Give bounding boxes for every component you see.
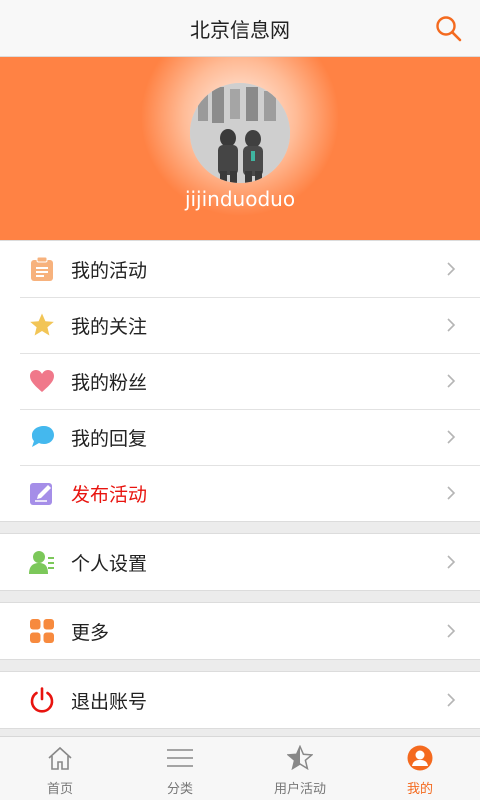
star-icon (30, 313, 54, 336)
power-icon (30, 687, 54, 713)
menu-label: 更多 (71, 622, 110, 644)
edit-icon (30, 483, 52, 505)
menu-label: 发布活动 (71, 484, 148, 506)
menu-label: 我的回复 (71, 428, 148, 450)
chevron-right-icon (447, 262, 456, 276)
menu-label: 退出账号 (71, 691, 148, 713)
menu-label: 我的粉丝 (71, 372, 148, 394)
avatar-image (190, 83, 290, 183)
chat-bubble-icon (32, 426, 54, 447)
menu-group-settings: 个人设置 (0, 533, 480, 591)
menu-label: 我的关注 (71, 316, 148, 338)
tab-label: 我的 (406, 782, 433, 797)
menu-item-my-fans[interactable]: 我的粉丝 (0, 353, 480, 409)
menu-item-my-replies[interactable]: 我的回复 (0, 409, 480, 465)
chevron-right-icon (447, 555, 456, 569)
chevron-right-icon (447, 430, 456, 444)
tab-user-activities[interactable]: 用户活动 (240, 737, 360, 800)
chevron-right-icon (447, 693, 456, 707)
menu-item-my-activities[interactable]: 我的活动 (0, 241, 480, 297)
menu-group-logout: 退出账号 (0, 671, 480, 729)
user-icon (407, 745, 433, 771)
chevron-right-icon (447, 318, 456, 332)
chevron-right-icon (447, 374, 456, 388)
tab-mine[interactable]: 我的 (360, 737, 480, 800)
tab-label: 首页 (46, 782, 73, 797)
chevron-right-icon (447, 624, 456, 638)
menu-label: 我的活动 (71, 260, 148, 282)
list-icon (167, 749, 193, 767)
star-outline-icon (287, 745, 313, 771)
user-settings-icon (29, 551, 54, 574)
menu-item-personal-settings[interactable]: 个人设置 (0, 534, 480, 590)
page-title: 北京信息网 (190, 18, 290, 42)
grid-icon (30, 619, 54, 643)
menu-item-publish-activity[interactable]: 发布活动 (0, 465, 480, 521)
menu-item-more[interactable]: 更多 (0, 603, 480, 659)
chevron-right-icon (447, 486, 456, 500)
menu-group-more: 更多 (0, 602, 480, 660)
tab-label: 分类 (166, 782, 193, 797)
menu-label: 个人设置 (71, 553, 148, 575)
heart-icon (30, 370, 54, 392)
tab-label: 用户活动 (273, 782, 326, 797)
tab-home[interactable]: 首页 (0, 737, 120, 800)
bottom-tab-bar: 首页 分类 用户活动 我的 (0, 736, 480, 800)
top-bar: 北京信息网 (0, 0, 480, 57)
avatar[interactable] (190, 83, 290, 183)
tab-category[interactable]: 分类 (120, 737, 240, 800)
home-icon (48, 746, 72, 770)
search-icon[interactable] (434, 14, 464, 44)
menu-item-logout[interactable]: 退出账号 (0, 672, 480, 728)
menu-group-main: 我的活动 我的关注 我的粉丝 我的回复 发布活动 (0, 240, 480, 522)
menu-item-my-follows[interactable]: 我的关注 (0, 297, 480, 353)
profile-header: jijinduoduo (0, 57, 480, 240)
clipboard-icon (31, 256, 53, 281)
username: jijinduoduo (184, 187, 296, 211)
